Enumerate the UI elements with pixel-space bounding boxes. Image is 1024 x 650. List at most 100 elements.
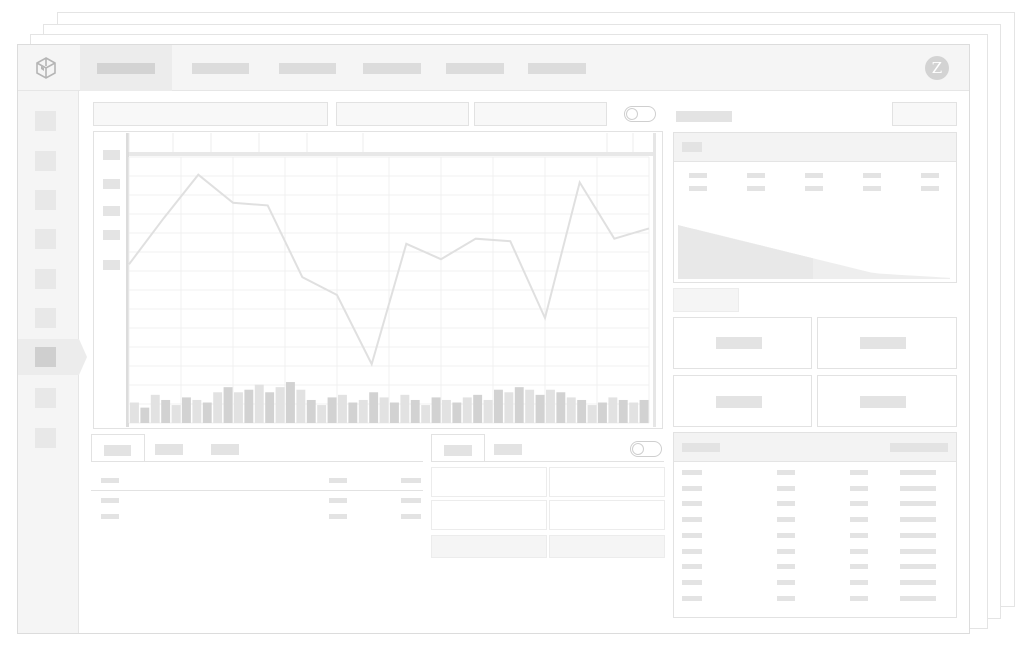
stat-value-3 xyxy=(805,186,823,191)
list-row-2-col-2 xyxy=(329,514,347,519)
right-table-cell xyxy=(682,501,702,507)
sidebar-item-3[interactable] xyxy=(35,190,56,210)
right-table-cell xyxy=(900,595,936,601)
stat-label-1 xyxy=(689,173,707,178)
chart-bar xyxy=(244,389,254,423)
top-bar: Z xyxy=(18,45,969,91)
right-table-cell xyxy=(777,485,795,491)
chart-bar xyxy=(598,402,607,423)
list-row-2-col-3 xyxy=(401,514,421,519)
sidebar-item-8[interactable] xyxy=(35,388,56,408)
sidebar-item-1[interactable] xyxy=(35,111,56,131)
chart-bar xyxy=(473,394,483,423)
sidebar-active-arrow xyxy=(79,339,87,375)
right-table-cell xyxy=(777,532,795,538)
chart-bar xyxy=(130,402,139,423)
nav-tab-6[interactable] xyxy=(527,45,587,91)
sidebar-item-6[interactable] xyxy=(35,308,56,328)
main-chart xyxy=(93,131,663,429)
sidebar-item-9[interactable] xyxy=(35,428,56,448)
chart-bar xyxy=(483,399,493,423)
chart-bar xyxy=(182,397,191,423)
chart-bar xyxy=(535,394,545,423)
sidebar xyxy=(18,91,79,633)
right-table-cell xyxy=(900,501,936,507)
bottom-left-tab-1-label xyxy=(104,445,131,456)
chart-bar xyxy=(234,392,243,423)
card-4[interactable] xyxy=(817,375,957,427)
bottom-mid-toggle-knob xyxy=(632,443,644,455)
nav-tab-3-label xyxy=(278,62,336,74)
mid-grid-cell-4[interactable] xyxy=(549,500,665,530)
right-table-cell xyxy=(900,470,936,475)
right-table-cell xyxy=(850,595,868,601)
chart-bar xyxy=(265,392,275,423)
stat-label-4 xyxy=(863,173,881,178)
card-3[interactable] xyxy=(673,375,812,427)
filter-input-3[interactable] xyxy=(474,102,607,126)
right-area-panel-title xyxy=(682,142,702,152)
chart-toggle[interactable] xyxy=(624,106,656,122)
bottom-left-tab-3[interactable] xyxy=(211,444,239,455)
nav-tab-3[interactable] xyxy=(277,45,337,91)
mid-grid-cell-1[interactable] xyxy=(431,467,547,497)
right-table-cell xyxy=(850,501,868,507)
chart-bar xyxy=(577,399,587,423)
chart-bar xyxy=(452,402,462,423)
chart-y-tick-label xyxy=(103,179,120,189)
user-avatar[interactable]: Z xyxy=(925,56,949,80)
bottom-mid-tab-1[interactable] xyxy=(431,434,485,462)
chart-bar xyxy=(504,392,514,423)
filter-input-2[interactable] xyxy=(336,102,469,126)
chart-toggle-knob xyxy=(626,108,638,120)
right-table-cell xyxy=(850,564,868,570)
card-2[interactable] xyxy=(817,317,957,369)
chart-bar xyxy=(192,399,202,423)
right-table-cell xyxy=(682,564,702,570)
nav-tab-4-label xyxy=(363,62,421,74)
nav-tab-5[interactable] xyxy=(445,45,505,91)
bottom-mid-tab-2[interactable] xyxy=(494,444,522,455)
bottom-left-tab-1[interactable] xyxy=(91,434,145,462)
list-header-col-3 xyxy=(401,478,421,483)
chart-bar xyxy=(150,394,160,423)
mid-button-1[interactable] xyxy=(431,535,547,558)
right-table-cell xyxy=(850,579,868,585)
right-table-cell xyxy=(682,470,702,475)
nav-tab-6-label xyxy=(528,62,586,74)
mid-grid-cell-3[interactable] xyxy=(431,500,547,530)
right-table-action[interactable] xyxy=(890,443,948,452)
filter-input-1[interactable] xyxy=(93,102,328,126)
right-table-cell xyxy=(900,532,936,538)
chart-bar xyxy=(348,402,358,423)
chart-bar xyxy=(327,397,337,423)
right-table-cell xyxy=(682,595,702,601)
right-table-cell xyxy=(900,579,936,585)
bottom-left-tab-2[interactable] xyxy=(155,444,183,455)
chart-bar xyxy=(390,402,399,423)
sidebar-item-2[interactable] xyxy=(35,151,56,171)
bottom-mid-toggle[interactable] xyxy=(630,441,662,457)
card-1[interactable] xyxy=(673,317,812,369)
card-1-label xyxy=(716,337,762,349)
nav-tab-1-label xyxy=(97,62,155,74)
nav-tab-5-label xyxy=(446,62,504,74)
nav-tab-2[interactable] xyxy=(190,45,250,91)
nav-tab-4[interactable] xyxy=(362,45,422,91)
chart-y-tick-label xyxy=(103,206,120,216)
right-panel-button[interactable] xyxy=(892,102,957,126)
chart-y-tick-label xyxy=(103,260,120,270)
cube-logo-icon[interactable] xyxy=(34,56,58,80)
right-table xyxy=(673,432,957,618)
area-fill xyxy=(678,225,950,279)
sidebar-item-7[interactable] xyxy=(35,347,56,367)
right-table-cell xyxy=(682,532,702,538)
mid-button-2[interactable] xyxy=(549,535,665,558)
sidebar-item-4[interactable] xyxy=(35,229,56,249)
chart-bar xyxy=(462,397,472,423)
right-table-cell xyxy=(900,485,936,491)
right-panel-title xyxy=(676,111,732,122)
mid-grid-cell-2[interactable] xyxy=(549,467,665,497)
sidebar-item-5[interactable] xyxy=(35,269,56,289)
nav-tab-1[interactable] xyxy=(80,45,172,91)
